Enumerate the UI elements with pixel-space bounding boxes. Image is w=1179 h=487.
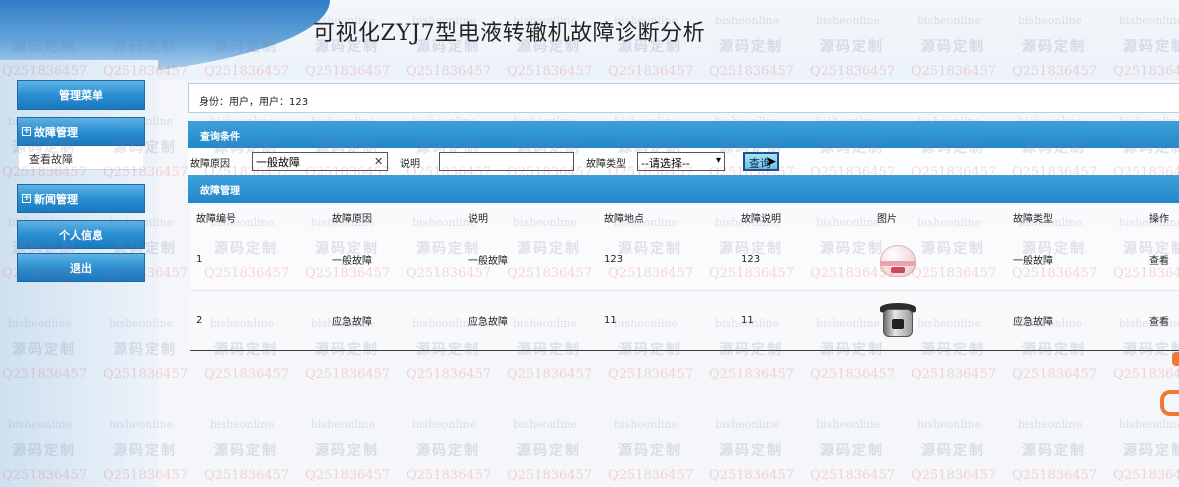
sidebar-item-view-fault[interactable]: 查看故障 — [19, 146, 143, 170]
watermark-tile: bisheonline源码定制Q251836457 — [1113, 418, 1179, 483]
page-title: 可视化ZYJ7型电液转辙机故障诊断分析 — [313, 21, 706, 46]
table-row: 2 应急故障 应急故障 11 11 应急故障 查看 — [190, 290, 1179, 351]
view-link[interactable]: 查看 — [1143, 290, 1179, 351]
edge-logo-icon — [1160, 390, 1179, 416]
identity-panel: 身份：用户，用户：123 — [188, 83, 1179, 113]
column-header: 故障编号 — [190, 205, 326, 230]
desc-input[interactable] — [439, 152, 574, 171]
mouse-cursor-icon: ➤ — [765, 154, 777, 170]
column-header: 图片 — [871, 205, 1007, 230]
type-select-value: --请选择-- — [641, 157, 690, 170]
plus-box-icon: + — [22, 126, 31, 136]
column-header: 故障原因 — [326, 205, 462, 230]
cell-id: 1 — [190, 230, 326, 291]
type-select[interactable]: --请选择-- ▾ — [637, 152, 725, 171]
cell-desc: 一般故障 — [462, 230, 598, 291]
cell-location: 11 — [598, 290, 735, 351]
cell-location: 123 — [598, 230, 735, 291]
edge-decoration — [1172, 352, 1179, 366]
query-header: 查询条件 — [188, 121, 1179, 148]
desc-label: 说明 — [400, 159, 420, 170]
watermark-tile: bisheonline源码定制Q251836457 — [608, 418, 694, 483]
watermark-tile: bisheonline源码定制Q251836457 — [709, 418, 795, 483]
watermark-tile: bisheonline源码定制Q251836457 — [810, 418, 896, 483]
rice-cooker-image — [877, 239, 919, 281]
reason-input[interactable] — [252, 152, 388, 171]
menu-header: 管理菜单 — [17, 80, 145, 110]
column-header: 故障类型 — [1007, 205, 1143, 230]
watermark-tile: bisheonline源码定制Q251836457 — [204, 418, 290, 483]
cell-type: 一般故障 — [1007, 230, 1143, 291]
watermark-tile: bisheonline源码定制Q251836457 — [1012, 418, 1098, 483]
query-row: 故障原因 ✕ 说明 故障类型 --请选择-- ▾ 查询 ➤ — [188, 148, 1179, 175]
cell-note: 123 — [735, 230, 871, 291]
sidebar-group-label: 故障管理 — [34, 125, 78, 139]
watermark-tile: bisheonline源码定制Q251836457 — [406, 418, 492, 483]
table-header-bar: 故障管理 — [188, 175, 1179, 203]
column-header: 故障地点 — [598, 205, 735, 230]
cell-image — [871, 230, 1007, 291]
table-row: 1 一般故障 一般故障 123 123 一般故障 查看 — [190, 230, 1179, 291]
cell-id: 2 — [190, 290, 326, 351]
sidebar-group-label: 新闻管理 — [34, 192, 78, 206]
column-header: 说明 — [462, 205, 598, 230]
fault-table: 故障编号 故障原因 说明 故障地点 故障说明 图片 故障类型 操作 1 一般故障… — [190, 205, 1179, 351]
sidebar-item-profile[interactable]: 个人信息 — [17, 220, 145, 249]
clear-icon[interactable]: ✕ — [374, 155, 383, 168]
cell-note: 11 — [735, 290, 871, 351]
view-link[interactable]: 查看 — [1143, 230, 1179, 291]
sidebar-item-logout[interactable]: 退出 — [17, 253, 145, 282]
table-header-row: 故障编号 故障原因 说明 故障地点 故障说明 图片 故障类型 操作 — [190, 205, 1179, 230]
cell-image — [871, 290, 1007, 351]
chevron-down-icon: ▾ — [715, 155, 721, 166]
cell-desc: 应急故障 — [462, 290, 598, 351]
type-label: 故障类型 — [586, 159, 626, 170]
watermark-tile: bisheonline源码定制Q251836457 — [305, 418, 391, 483]
plus-box-icon: + — [22, 193, 31, 203]
column-header: 操作 — [1143, 205, 1179, 230]
cell-type: 应急故障 — [1007, 290, 1143, 351]
cell-reason: 应急故障 — [326, 290, 462, 351]
sidebar-group-fault[interactable]: + 故障管理 — [17, 117, 145, 146]
column-header: 故障说明 — [735, 205, 871, 230]
cell-reason: 一般故障 — [326, 230, 462, 291]
watermark-tile: bisheonline源码定制Q251836457 — [507, 418, 593, 483]
reason-label: 故障原因 — [190, 159, 230, 170]
sidebar-group-news[interactable]: + 新闻管理 — [17, 184, 145, 213]
watermark-tile: bisheonline源码定制Q251836457 — [911, 418, 997, 483]
pressure-cooker-image — [877, 299, 919, 341]
